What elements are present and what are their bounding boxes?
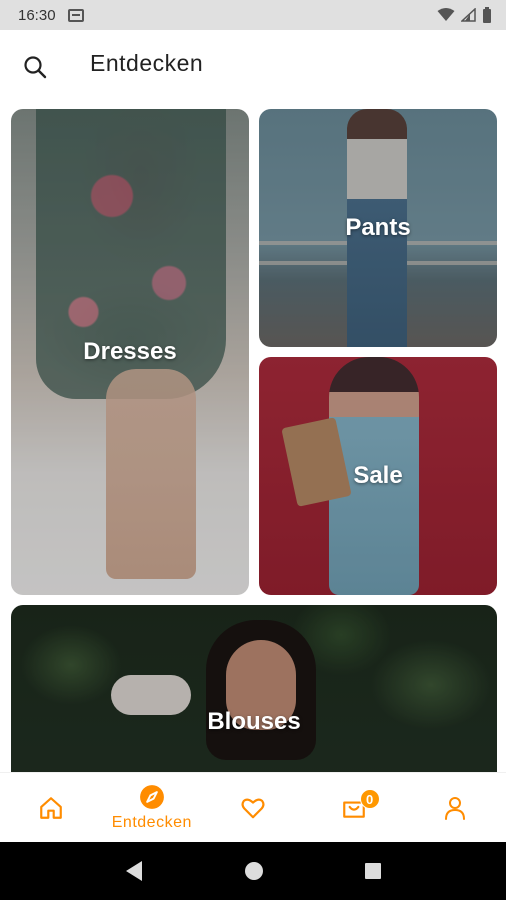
category-label: Sale <box>353 462 403 489</box>
page-title: Entdecken <box>90 50 204 76</box>
nav-item-profile[interactable] <box>405 773 506 842</box>
screen: 16:30 Entdecken Dresses Pants Sale Blous… <box>0 0 506 900</box>
nav-item-home[interactable] <box>0 773 101 842</box>
profile-icon <box>445 796 466 820</box>
nav-item-cart[interactable]: 0 <box>304 773 405 842</box>
tile-overlay <box>11 605 497 772</box>
status-icons <box>437 7 492 23</box>
category-label: Pants <box>345 214 411 241</box>
category-tile-blouses[interactable]: Blouses <box>11 605 497 772</box>
nav-item-favorites[interactable] <box>202 773 303 842</box>
app-bar: Entdecken <box>0 30 506 100</box>
status-bar: 16:30 <box>0 0 506 30</box>
category-grid: Dresses Pants Sale Blouses <box>0 100 506 772</box>
search-button[interactable] <box>20 52 50 82</box>
bottom-nav: Entdecken 0 <box>0 772 506 842</box>
status-time: 16:30 <box>18 6 56 24</box>
category-label: Dresses <box>83 338 177 365</box>
nav-label-discover: Entdecken <box>111 813 192 831</box>
category-tile-pants[interactable]: Pants <box>259 109 497 347</box>
heart-icon <box>241 798 265 818</box>
wifi-icon <box>437 8 455 21</box>
category-label: Blouses <box>207 708 301 735</box>
category-tile-dresses[interactable]: Dresses <box>11 109 249 595</box>
battery-icon <box>483 7 491 23</box>
system-nav-bar <box>0 842 506 900</box>
home-icon <box>39 796 62 819</box>
category-tile-sale[interactable]: Sale <box>259 357 497 595</box>
home-circle-icon <box>245 862 263 880</box>
compass-icon <box>139 784 164 809</box>
system-recents-button[interactable] <box>364 862 382 880</box>
recents-square-icon <box>365 863 381 879</box>
back-triangle-icon <box>126 861 142 881</box>
nav-item-discover[interactable]: Entdecken <box>101 773 202 842</box>
search-icon <box>24 56 47 79</box>
system-home-button[interactable] <box>244 861 264 881</box>
system-back-button[interactable] <box>124 860 144 882</box>
cart-badge: 0 <box>359 789 380 809</box>
sim-card-icon <box>67 8 84 22</box>
signal-icon <box>461 8 476 22</box>
